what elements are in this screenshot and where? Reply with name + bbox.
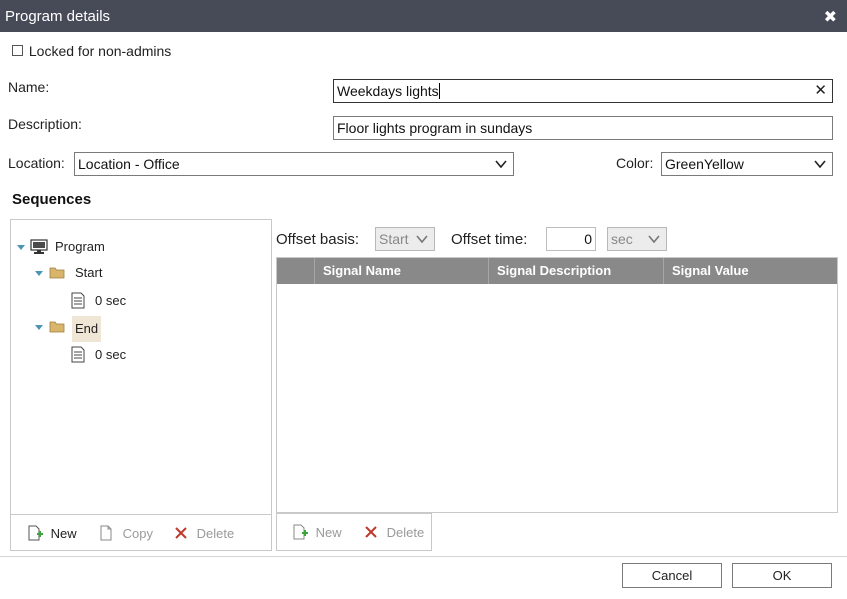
offset-basis-label: Offset basis:: [276, 231, 360, 248]
document-icon: [71, 292, 85, 309]
locked-checkbox[interactable]: [12, 45, 23, 56]
close-icon[interactable]: ✖: [824, 7, 837, 27]
tree-copy-label: Copy: [122, 526, 153, 541]
computer-icon: [30, 239, 48, 254]
ok-button[interactable]: OK: [732, 563, 832, 588]
offset-unit-value: sec: [611, 231, 633, 247]
tree-node-end[interactable]: End: [11, 316, 269, 342]
tree-node-program[interactable]: Program: [11, 236, 269, 258]
window-title: Program details: [5, 8, 111, 25]
tree-label-program: Program: [55, 239, 105, 254]
offset-unit-select[interactable]: sec: [607, 227, 667, 251]
new-document-icon: [293, 524, 308, 540]
tree-new-label: New: [50, 526, 77, 541]
title-bar: Program details ✖: [0, 0, 847, 32]
name-value: Weekdays lights: [337, 83, 439, 99]
description-input[interactable]: Floor lights program in sundays: [333, 116, 833, 140]
description-value: Floor lights program in sundays: [337, 120, 533, 136]
expand-arrow-icon[interactable]: [35, 271, 43, 276]
delete-x-icon: [365, 526, 377, 538]
name-input[interactable]: Weekdays lights ✕: [333, 79, 833, 103]
select-column-header[interactable]: [277, 258, 314, 284]
tree-node-end-offset[interactable]: 0 sec: [11, 344, 269, 366]
signals-grid-header: Signal Name Signal Description Signal Va…: [277, 258, 837, 284]
tree-delete-label: Delete: [196, 526, 235, 541]
locked-label: Locked for non-admins: [28, 43, 172, 59]
tree-node-start[interactable]: Start: [11, 262, 269, 284]
location-select[interactable]: Location - Office: [74, 152, 514, 176]
sequences-tree-panel: Program Start 0 sec End 0 sec New Copy D…: [10, 219, 272, 551]
text-caret: [438, 83, 440, 99]
chevron-down-icon: [814, 160, 826, 169]
tree-label-start: Start: [75, 265, 103, 280]
offset-basis-value: Start: [379, 231, 409, 247]
color-label: Color:: [616, 155, 654, 171]
chevron-down-icon: [416, 235, 428, 244]
column-header-signal-value[interactable]: Signal Value: [663, 258, 837, 284]
color-select[interactable]: GreenYellow: [661, 152, 833, 176]
tree-delete-button[interactable]: Delete: [173, 525, 234, 543]
tree-label-end: End: [72, 316, 102, 342]
locked-checkbox-row[interactable]: Locked for non-admins: [12, 43, 171, 59]
sequences-title: Sequences: [12, 191, 92, 208]
offset-basis-select[interactable]: Start: [375, 227, 435, 251]
cancel-button[interactable]: Cancel: [622, 563, 722, 588]
signals-toolbar: New Delete: [276, 513, 432, 551]
column-header-signal-name[interactable]: Signal Name: [314, 258, 488, 284]
folder-icon: [49, 267, 65, 279]
offset-time-label: Offset time:: [451, 231, 528, 248]
expand-arrow-icon[interactable]: [35, 325, 43, 330]
signals-delete-label: Delete: [386, 525, 425, 540]
tree-copy-button[interactable]: Copy: [99, 525, 153, 543]
tree-node-start-offset[interactable]: 0 sec: [11, 290, 269, 312]
chevron-down-icon: [495, 160, 507, 169]
new-document-icon: [28, 525, 43, 541]
toolbar-divider: [11, 514, 271, 515]
signals-delete-button[interactable]: Delete: [363, 524, 424, 542]
folder-icon: [49, 321, 65, 333]
footer-divider: [0, 556, 847, 557]
chevron-down-icon: [648, 235, 660, 244]
offset-time-value: 0: [584, 231, 592, 247]
document-icon: [71, 346, 85, 363]
signals-new-label: New: [315, 525, 342, 540]
signals-grid: [276, 257, 838, 513]
description-label: Description:: [8, 116, 82, 132]
color-value: GreenYellow: [665, 156, 744, 172]
expand-arrow-icon[interactable]: [17, 245, 25, 250]
delete-x-icon: [175, 527, 187, 539]
signals-new-button[interactable]: New: [292, 524, 342, 542]
tree-new-button[interactable]: New: [27, 525, 77, 543]
location-label: Location:: [8, 155, 65, 171]
location-value: Location - Office: [78, 156, 180, 172]
copy-icon: [100, 525, 112, 541]
name-label: Name:: [8, 79, 50, 95]
tree-label-end-offset: 0 sec: [95, 347, 127, 362]
tree-label-start-offset: 0 sec: [95, 293, 127, 308]
offset-time-input[interactable]: 0: [546, 227, 596, 251]
clear-icon[interactable]: ✕: [814, 80, 827, 102]
column-header-signal-description[interactable]: Signal Description: [488, 258, 663, 284]
